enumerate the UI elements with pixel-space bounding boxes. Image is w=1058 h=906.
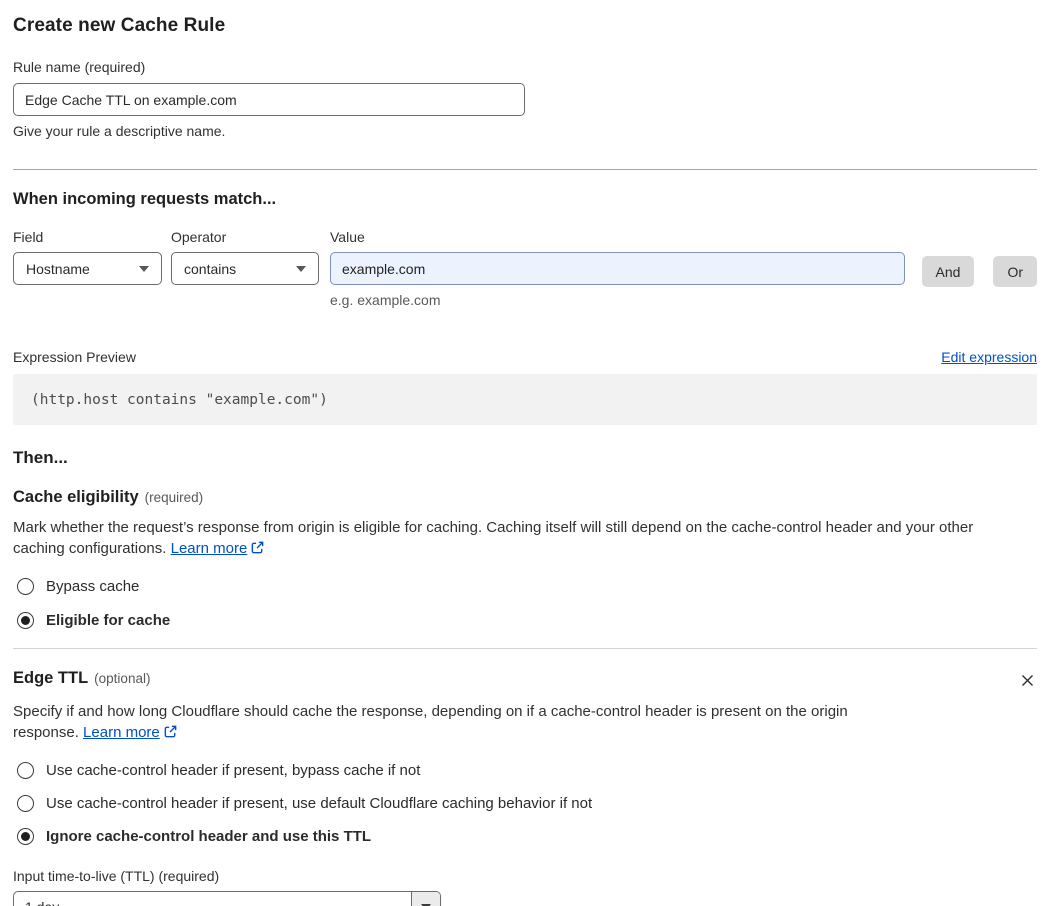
chevron-down-icon (296, 265, 306, 272)
cache-eligibility-heading: Cache eligibility (required) (13, 488, 204, 506)
match-heading: When incoming requests match... (13, 190, 277, 208)
radio-icon (17, 578, 34, 595)
condition-buttons: And Or (905, 229, 1037, 287)
ttl-select[interactable]: 1 day (13, 891, 441, 906)
edge-ttl-heading: Edge TTL (optional) (13, 669, 151, 687)
chevron-down-icon (139, 265, 149, 272)
ttl-use-header-default-radio[interactable]: Use cache-control header if present, use… (13, 795, 1037, 812)
edge-ttl-description: Specify if and how long Cloudflare shoul… (13, 703, 848, 741)
then-heading: Then... (13, 448, 68, 467)
operator-select-value: contains (184, 260, 237, 277)
value-label: Value (330, 229, 365, 245)
value-input[interactable] (330, 252, 905, 285)
cache-eligibility-section: Cache eligibility (required) Mark whether… (13, 488, 1037, 629)
cache-eligibility-options: Bypass cache Eligible for cache (13, 578, 1037, 629)
radio-icon (17, 795, 34, 812)
ttl-ignore-header-radio[interactable]: Ignore cache-control header and use this… (13, 828, 1037, 845)
edge-ttl-options: Use cache-control header if present, byp… (13, 762, 1037, 845)
rule-name-label: Rule name (required) (13, 59, 146, 75)
ttl-dropdown-button[interactable] (411, 892, 440, 906)
edit-expression-link[interactable]: Edit expression (941, 349, 1037, 365)
match-condition-row: Field Hostname Operator contains Value e… (13, 229, 1037, 308)
field-column: Field Hostname (13, 229, 162, 285)
section-divider (13, 169, 1037, 170)
field-label: Field (13, 229, 44, 245)
external-link-icon (251, 541, 264, 554)
eligible-for-cache-radio[interactable]: Eligible for cache (13, 612, 1037, 629)
operator-label: Operator (171, 229, 227, 245)
radio-icon (17, 828, 34, 845)
create-cache-rule-form: Create new Cache Rule Rule name (require… (0, 0, 1058, 906)
external-link-icon (164, 725, 177, 738)
expression-code-block: (http.host contains "example.com") (13, 374, 1037, 425)
value-column: Value e.g. example.com (330, 229, 905, 308)
expression-preview-header: Expression Preview Edit expression (13, 349, 1037, 365)
ttl-select-value: 1 day (14, 892, 411, 906)
edge-ttl-section: Edge TTL (optional) Specify if and how lo… (13, 669, 1037, 906)
field-select[interactable]: Hostname (13, 252, 162, 285)
bypass-cache-radio[interactable]: Bypass cache (13, 578, 1037, 595)
cache-learn-more-link[interactable]: Learn more (171, 540, 248, 557)
radio-icon (17, 612, 34, 629)
value-helper: e.g. example.com (330, 292, 441, 308)
ttl-input-section: Input time-to-live (TTL) (required) 1 da… (13, 868, 1037, 906)
rule-name-helper: Give your rule a descriptive name. (13, 123, 226, 139)
ttl-use-header-bypass-radio[interactable]: Use cache-control header if present, byp… (13, 762, 1037, 779)
operator-column: Operator contains (171, 229, 319, 285)
page-title: Create new Cache Rule (13, 15, 226, 36)
expression-preview-label: Expression Preview (13, 349, 136, 365)
rule-name-input[interactable] (13, 83, 525, 116)
section-divider (13, 648, 1037, 649)
and-button[interactable]: And (921, 256, 975, 287)
edge-ttl-qualifier: (optional) (94, 671, 151, 686)
ttl-label: Input time-to-live (TTL) (required) (13, 868, 220, 884)
edge-ttl-learn-more-link[interactable]: Learn more (83, 724, 160, 741)
rule-name-section: Rule name (required) Give your rule a de… (13, 59, 1037, 139)
close-icon[interactable] (1018, 671, 1037, 693)
cache-eligibility-qualifier: (required) (144, 490, 204, 505)
operator-select[interactable]: contains (171, 252, 319, 285)
field-select-value: Hostname (26, 260, 90, 277)
cache-eligibility-description: Mark whether the request’s response from… (13, 519, 974, 557)
edge-ttl-header: Edge TTL (optional) (13, 669, 1037, 693)
radio-icon (17, 762, 34, 779)
or-button[interactable]: Or (993, 256, 1037, 287)
